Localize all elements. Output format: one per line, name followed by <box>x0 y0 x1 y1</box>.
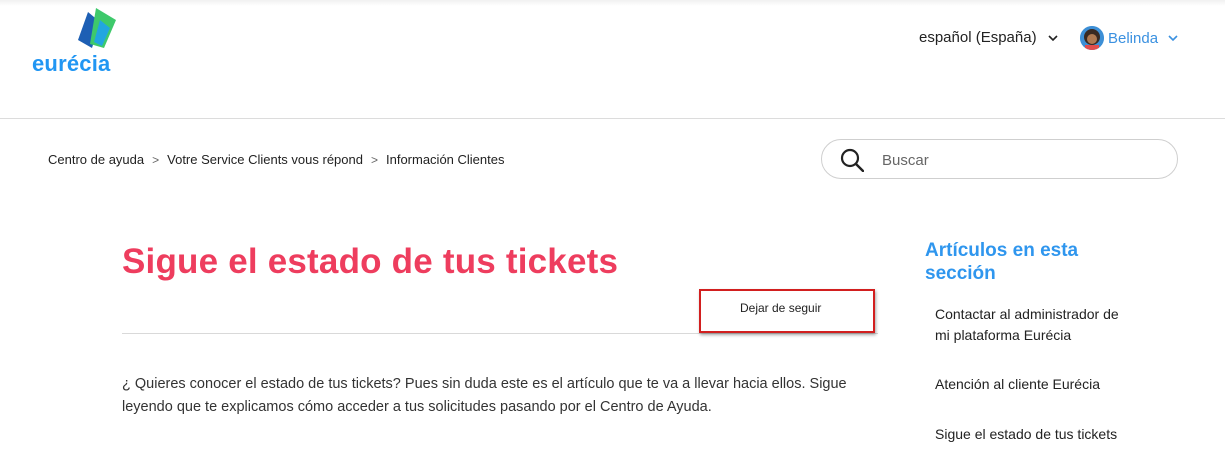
breadcrumb-separator: > <box>370 152 378 167</box>
chevron-down-icon <box>1168 35 1178 42</box>
user-name: Belinda <box>1108 29 1159 47</box>
chevron-down-icon <box>1048 34 1058 41</box>
logo-mark-icon <box>78 8 116 48</box>
avatar <box>1080 26 1104 50</box>
sidebar-link-contact-admin[interactable]: Contactar al administrador de mi platafo… <box>935 304 1135 346</box>
breadcrumb-item-client-info[interactable]: Información Clientes <box>386 152 505 167</box>
language-label: español (España) <box>919 29 1037 46</box>
logo-text: eurécia <box>32 51 111 76</box>
user-menu[interactable]: Belinda <box>1080 26 1179 50</box>
article-body: ¿ Quieres conocer el estado de tus ticke… <box>122 373 862 419</box>
article-body-line: leyendo que te explicamos cómo acceder a… <box>122 399 712 415</box>
breadcrumb-separator: > <box>152 152 160 167</box>
unfollow-button[interactable]: Dejar de seguir <box>740 301 821 315</box>
eurecia-logo[interactable]: eurécia <box>30 4 130 76</box>
header-shadow <box>0 0 1225 6</box>
title-divider <box>122 333 878 334</box>
article-title: Sigue el estado de tus tickets <box>122 242 619 281</box>
sidebar-title: Artículos en esta sección <box>925 240 1079 284</box>
avatar-image-icon <box>1080 26 1104 50</box>
breadcrumb-item-service-clients[interactable]: Votre Service Clients vous répond <box>167 152 363 167</box>
sidebar-link-customer-care[interactable]: Atención al cliente Eurécia <box>935 374 1145 395</box>
breadcrumb: Centro de ayuda > Votre Service Clients … <box>48 152 504 167</box>
sidebar-link-ticket-status[interactable]: Sigue el estado de tus tickets <box>935 424 1145 445</box>
language-selector[interactable]: español (España) <box>919 29 1059 46</box>
search-box <box>821 139 1178 179</box>
site-header: eurécia español (España) Belinda <box>0 0 1225 119</box>
search-icon[interactable] <box>840 148 864 172</box>
article-body-line: ¿ Quieres conocer el estado de tus ticke… <box>122 376 847 392</box>
breadcrumb-item-help-center[interactable]: Centro de ayuda <box>48 152 144 167</box>
search-input[interactable] <box>882 148 1162 172</box>
